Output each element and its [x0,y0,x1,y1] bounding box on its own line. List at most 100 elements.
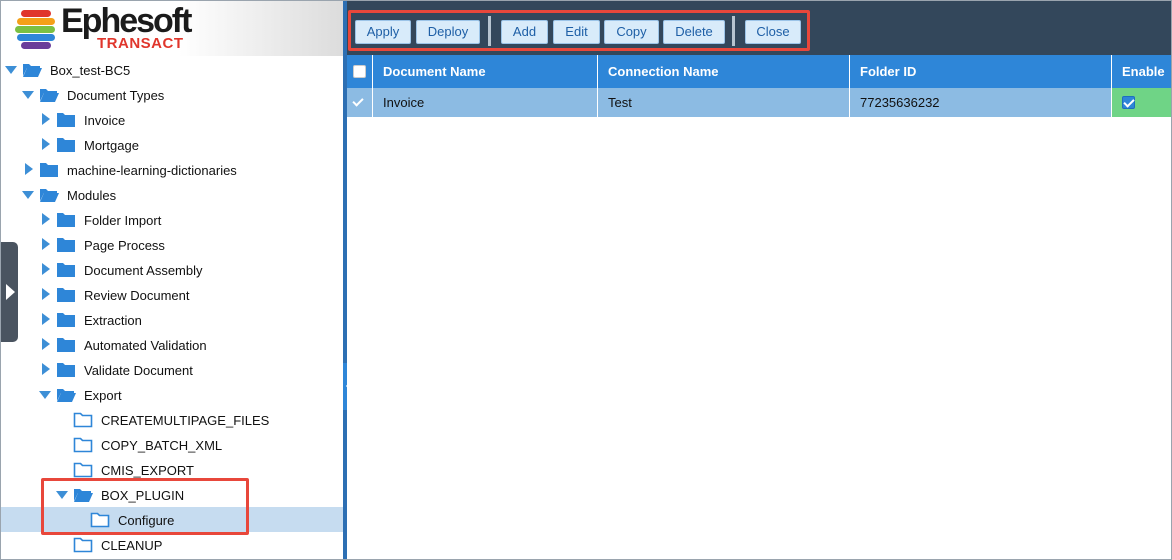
expand-arrow-icon [6,284,15,300]
tree-node[interactable]: Export [1,382,343,407]
folder-outline-icon [73,461,93,478]
apply-button[interactable]: Apply [355,20,411,44]
folder-icon [56,286,76,303]
folder-open-icon [39,186,59,203]
tree-node-label: CLEANUP [101,538,163,553]
folder-outline-icon [73,436,93,453]
tree-node[interactable]: Document Types [1,82,343,107]
close-button[interactable]: Close [745,20,801,44]
tree-node-label: Extraction [84,313,142,328]
folder-outline-icon [73,411,93,428]
tree-node-label: Review Document [84,288,190,303]
collapsed-arrow-icon[interactable] [42,338,50,350]
folder-icon [56,361,76,378]
tree-node-label: Page Process [84,238,165,253]
tree-node[interactable]: Mortgage [1,132,343,157]
row-checkmark-icon[interactable] [352,96,365,109]
toolbar-separator [488,16,491,46]
collapsed-arrow-icon[interactable] [42,288,50,300]
collapsed-arrow-icon[interactable] [42,113,50,125]
folder-icon [56,111,76,128]
folder-icon [56,261,76,278]
collapsed-arrow-icon[interactable] [42,213,50,225]
edit-button[interactable]: Edit [553,20,600,44]
folder-outline-icon [73,536,93,553]
cell-folder-id: 77235636232 [850,88,1112,117]
collapsed-arrow-icon[interactable] [42,363,50,375]
tree-node[interactable]: Validate Document [1,357,343,382]
folder-icon [56,211,76,228]
tree-node-label: Document Types [67,88,165,103]
tree-node-label: Box_test-BC5 [50,63,131,78]
folder-open-icon [56,386,76,403]
folder-icon [56,136,76,153]
deploy-button[interactable]: Deploy [416,20,480,44]
folder-icon [56,236,76,253]
folder-icon [39,161,59,178]
tree-node[interactable]: Document Assembly [1,257,343,282]
tree-node-label: Validate Document [84,363,193,378]
expanded-arrow-icon[interactable] [22,91,34,99]
collapsed-arrow-icon[interactable] [42,138,50,150]
delete-button[interactable]: Delete [663,20,725,44]
collapsed-arrow-icon[interactable] [42,238,50,250]
tree-node[interactable]: Folder Import [1,207,343,232]
cell-connection-name: Test [598,88,850,117]
cell-document-name: Invoice [373,88,598,117]
logo-product-text: TRANSACT [97,35,184,52]
toolbar-separator [732,16,735,46]
tree-node-label: CREATEMULTIPAGE_FILES [101,413,270,428]
tree-node-label: Modules [67,188,117,203]
folder-open-icon [22,61,42,78]
folder-icon [56,336,76,353]
collapsed-arrow-icon[interactable] [42,313,50,325]
highlight-box-plugin [41,478,249,535]
copy-button[interactable]: Copy [604,20,659,44]
tree-node-label: Folder Import [84,213,162,228]
expanded-arrow-icon[interactable] [5,66,17,74]
tree-node-label: Automated Validation [84,338,207,353]
collapsed-arrow-icon[interactable] [42,263,50,275]
tree-node-label: Mortgage [84,138,139,153]
tree-node-label: CMIS_EXPORT [101,463,194,478]
grid-header: Document Name Connection Name Folder ID … [347,55,1171,88]
right-panel: Apply Deploy Add Edit Copy Delete Close … [347,1,1171,559]
logo-brand-text: Ephesoft [61,2,192,40]
tree-node-label: Document Assembly [84,263,203,278]
tree-node[interactable]: Invoice [1,107,343,132]
add-button[interactable]: Add [501,20,548,44]
collapsed-arrow-icon[interactable] [25,163,33,175]
cell-enable [1112,88,1171,117]
select-all-checkbox[interactable] [353,65,366,78]
select-all-header [347,55,373,88]
tree-node-label: COPY_BATCH_XML [101,438,223,453]
enable-checkbox[interactable] [1122,96,1135,109]
tree-node-label: Export [84,388,122,403]
column-document-name[interactable]: Document Name [373,55,598,88]
tree-node[interactable]: CLEANUP [1,532,343,557]
tree-node[interactable]: CREATEMULTIPAGE_FILES [1,407,343,432]
folder-icon [56,311,76,328]
tree-node[interactable]: COPY_BATCH_XML [1,432,343,457]
tree-node[interactable]: Box_test-BC5 [1,57,343,82]
tree-node[interactable]: Extraction [1,307,343,332]
table-row[interactable]: Invoice Test 77235636232 [347,88,1171,117]
column-enable[interactable]: Enable [1112,55,1171,88]
tree-node[interactable]: machine-learning-dictionaries [1,157,343,182]
tree-node[interactable]: Page Process [1,232,343,257]
ephesoft-logo-mark-icon [15,8,61,50]
toolbar: Apply Deploy Add Edit Copy Delete Close [347,1,1171,55]
logo-bar: Ephesoft TRANSACT [1,1,343,56]
column-connection-name[interactable]: Connection Name [598,55,850,88]
tree-node[interactable]: Modules [1,182,343,207]
tree-node[interactable]: Review Document [1,282,343,307]
expanded-arrow-icon[interactable] [39,391,51,399]
left-collapse-handle[interactable] [1,242,18,342]
tree-node[interactable]: Automated Validation [1,332,343,357]
tree-node-label: Invoice [84,113,126,128]
left-panel: Ephesoft TRANSACT Box_test-BC5 Document T… [1,1,343,559]
tree-node-label: machine-learning-dictionaries [67,163,237,178]
column-folder-id[interactable]: Folder ID [850,55,1112,88]
expanded-arrow-icon[interactable] [22,191,34,199]
folder-open-icon [39,86,59,103]
